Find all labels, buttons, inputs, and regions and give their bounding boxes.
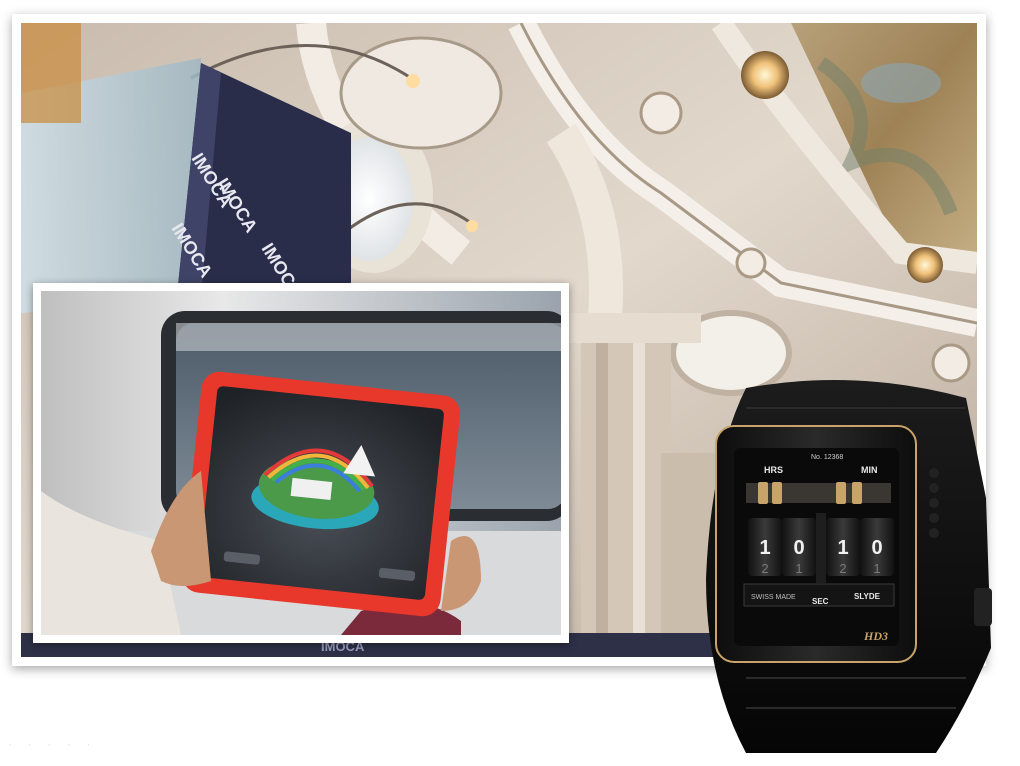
watch-label-brand: SLYDE: [854, 592, 881, 601]
faint-watermark: · · · · ·: [8, 738, 97, 752]
watch-label-seconds: SEC: [812, 597, 829, 606]
watch-label-minutes: MIN: [861, 465, 878, 475]
hour-digit-tens-next: 2: [761, 561, 768, 576]
hour-digit-ones-next: 1: [795, 561, 802, 576]
minute-digit-tens-next: 2: [839, 561, 846, 576]
minute-digit-ones-next: 1: [873, 561, 880, 576]
watch-label-hours: HRS: [764, 465, 783, 475]
tablet-photo: [41, 291, 561, 635]
minute-digit-ones: 0: [871, 537, 882, 559]
watch-logo: HD3: [863, 629, 888, 643]
inset-photo-frame: [33, 283, 569, 643]
hour-digit-ones: 0: [793, 537, 804, 559]
minute-digit-tens: 1: [837, 537, 848, 559]
luxury-watch: No. 12368 HRS MIN 1 0 1 0 2 1 2 1 SWISS …: [686, 378, 1006, 758]
hour-digit-tens: 1: [759, 537, 770, 559]
watch-graphic: No. 12368 HRS MIN 1 0 1 0 2 1 2 1 SWISS …: [706, 380, 992, 753]
tablet-scene: [41, 291, 561, 635]
watch-label-swiss: SWISS MADE: [751, 594, 796, 601]
watch-serial: No. 12368: [811, 454, 843, 461]
